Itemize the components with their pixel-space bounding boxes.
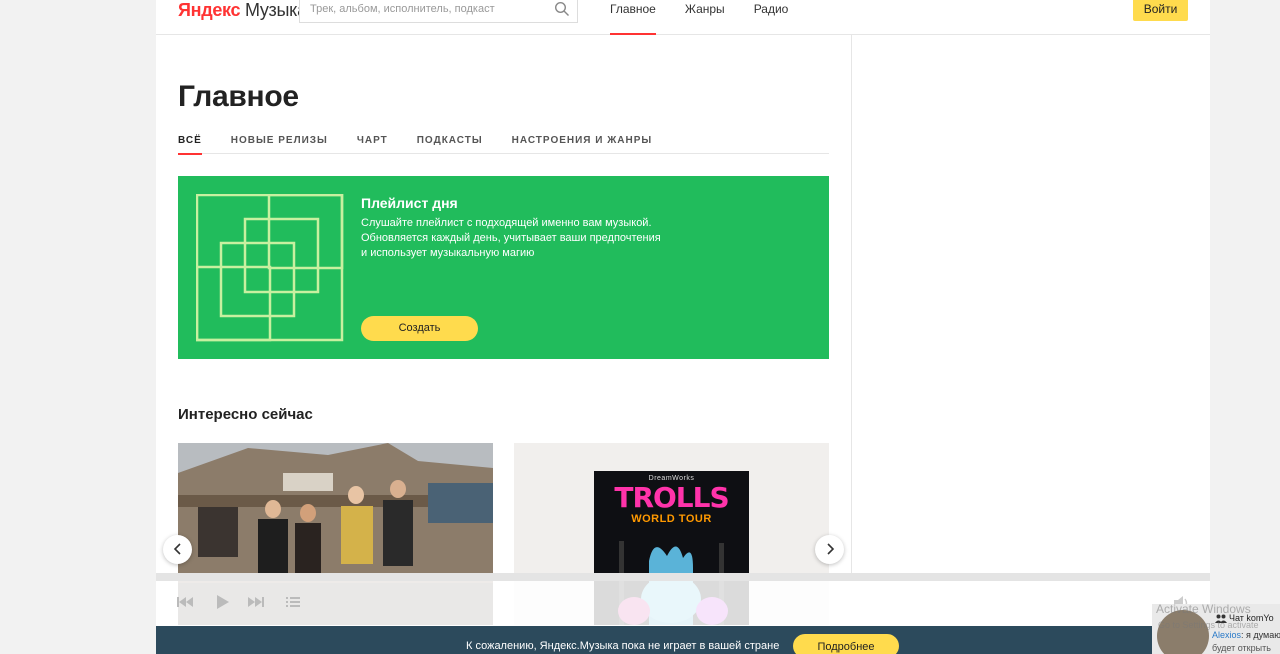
chat-message-line2: будет открыть	[1212, 643, 1271, 653]
playlist-of-day-promo: Плейлист дня Слушайте плейлист с подходя…	[178, 176, 829, 359]
os-activation-watermark-sub: Go to Settings to activate	[1158, 620, 1259, 630]
tab-podcasts[interactable]: ПОДКАСТЫ	[417, 130, 483, 154]
create-playlist-button[interactable]: Создать	[361, 316, 478, 341]
section-title: Интересно сейчас	[178, 406, 313, 423]
play-icon[interactable]	[215, 594, 231, 610]
page: Яндекс Музыка Главное Жанры Радио Войти …	[156, 0, 1210, 654]
region-unavailable-banner: К сожалению, Яндекс.Музыка пока не играе…	[156, 626, 1210, 654]
playlist-icon[interactable]	[285, 595, 301, 609]
os-activation-watermark: Activate Windows	[1156, 602, 1251, 616]
nav-item-main[interactable]: Главное	[610, 0, 656, 35]
chevron-right-icon	[827, 543, 835, 555]
banner-message: К сожалению, Яндекс.Музыка пока не играе…	[466, 640, 780, 652]
chat-user: Alexios	[1212, 630, 1242, 640]
more-info-button[interactable]: Подробнее	[793, 634, 899, 654]
search-icon[interactable]	[554, 1, 570, 17]
search-box	[299, 0, 578, 23]
promo-desc-line: Слушайте плейлист с подходящей именно ва…	[361, 217, 652, 229]
nav-item-radio[interactable]: Радио	[754, 0, 789, 35]
main-nav: Главное Жанры Радио	[610, 0, 817, 35]
chat-text: я думаю	[1246, 630, 1280, 640]
avatar	[1157, 610, 1209, 654]
promo-title: Плейлист дня	[361, 195, 458, 211]
page-title: Главное	[178, 80, 299, 113]
login-button[interactable]: Войти	[1133, 0, 1188, 21]
carousel-prev-button[interactable]	[163, 535, 192, 564]
playlist-squares-icon	[196, 194, 344, 342]
player-progress-bar[interactable]	[156, 573, 1210, 581]
header: Яндекс Музыка Главное Жанры Радио Войти	[156, 0, 1210, 35]
right-column-divider	[851, 35, 852, 575]
promo-desc-line: и использует музыкальную магию	[361, 247, 535, 259]
chevron-left-icon	[173, 543, 181, 555]
promo-desc-line: Обновляется каждый день, учитывает ваши …	[361, 232, 661, 244]
carousel-next-button[interactable]	[815, 535, 844, 564]
chat-message: Alexios: я думаю	[1212, 630, 1280, 640]
tab-moods-genres[interactable]: НАСТРОЕНИЯ И ЖАНРЫ	[512, 130, 653, 154]
tab-all[interactable]: ВСЁ	[178, 130, 202, 155]
nav-item-genres[interactable]: Жанры	[685, 0, 725, 35]
previous-track-icon[interactable]	[176, 595, 194, 609]
tab-bar: ВСЁ НОВЫЕ РЕЛИЗЫ ЧАРТ ПОДКАСТЫ НАСТРОЕНИ…	[178, 130, 829, 155]
tab-chart[interactable]: ЧАРТ	[357, 130, 388, 154]
search-input[interactable]	[310, 0, 550, 20]
tab-new-releases[interactable]: НОВЫЕ РЕЛИЗЫ	[231, 130, 328, 154]
next-track-icon[interactable]	[247, 595, 265, 609]
logo[interactable]: Яндекс Музыка	[178, 0, 307, 20]
promo-description: Слушайте плейлист с подходящей именно ва…	[361, 216, 681, 261]
logo-product: Музыка	[244, 0, 307, 20]
logo-brand: Яндекс	[178, 0, 241, 20]
player-bar	[156, 581, 1210, 626]
